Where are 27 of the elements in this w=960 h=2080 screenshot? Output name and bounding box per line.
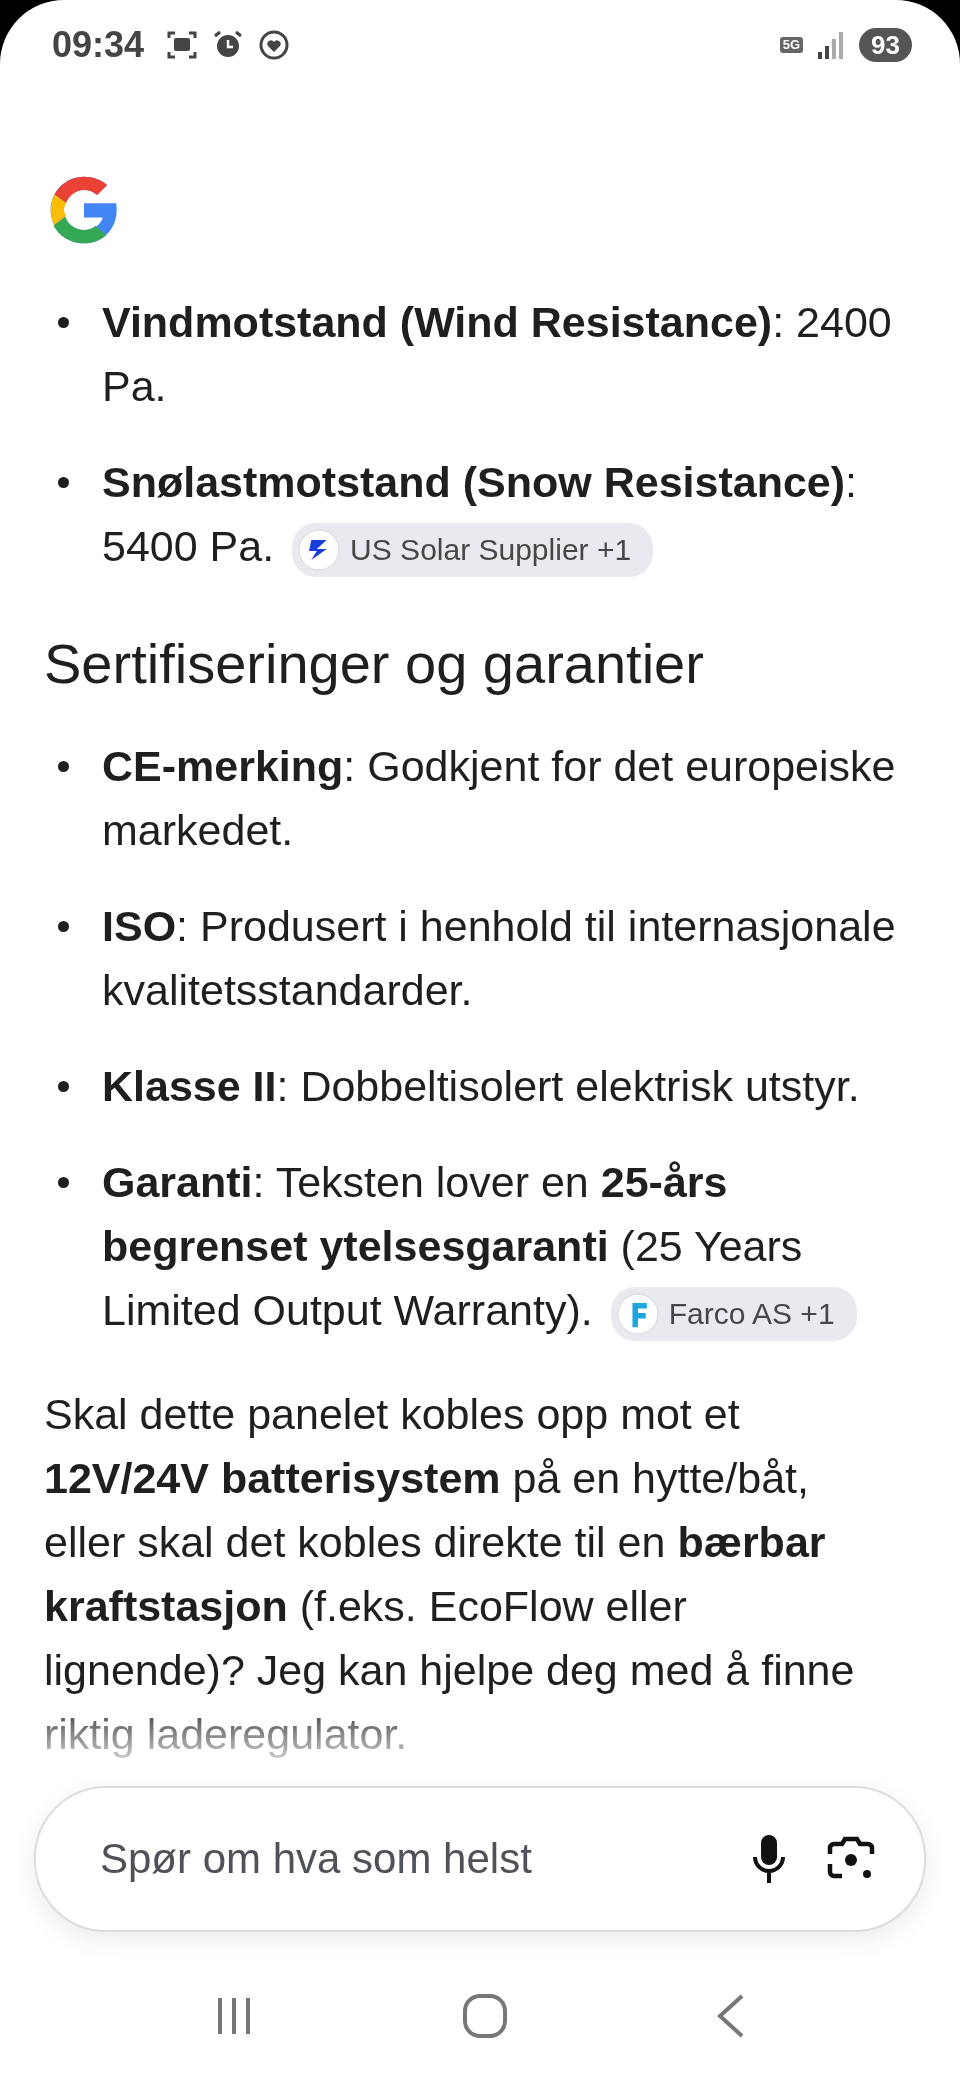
bolt-logo-icon [298,528,341,571]
bullet-text: Snølastmotstand (Snow Resistance): 5400 Pa. US Solar Supplier +1 [102,450,916,578]
section-heading: Sertifiseringer og garantier [44,634,705,694]
bullet-icon [58,477,69,488]
bullet-icon [58,761,69,772]
status-time: 09:34 [52,24,145,66]
home-icon[interactable] [461,1992,509,2040]
signal-icon [817,30,846,60]
bullet-icon [58,1081,69,1092]
microphone-icon[interactable] [752,1833,786,1885]
letter-f-logo-icon [616,1292,659,1335]
bullet-text: CE-merking: Godkjent for det europeiske markedet. [102,741,897,856]
bullet-icon [58,921,69,932]
bullet-text: Klasse II: Dobbeltisolert elektrisk utstyr. [102,1061,861,1112]
bullet-text: Vindmotstand (Wind Resistance): 2400 Pa. [102,297,893,412]
bullet-text: ISO: Produsert i henhold til internasjonale kvalitetsstandarder. [102,901,897,1016]
source-chip[interactable]: Farco AS +1 [610,1286,857,1341]
bullet-text: Garanti: Teksten lover en 25-års begrenset ytelsesgaranti (25 Years Limited Output Warranty). Farco AS +1 [102,1150,916,1342]
answer-paragraph: Skal dette panelet kobles opp mot et 12V/24V batterisystem på en hytte/båt, eller skal det kobles direkte til en bærbar kraftstasjon (f.eks. EcoFlow eller lignende)? Jeg kan hjelpe deg med å finne riktig laderegulator. [44,1389,856,1760]
source-chip[interactable]: US Solar Supplier +1 [292,522,654,577]
bullet-icon [58,317,69,328]
heart-circle-icon [258,29,291,61]
screenshot-icon [166,29,199,61]
battery-level: 93 [859,28,912,62]
network-type: 5G [779,37,804,53]
ask-field[interactable]: Spør om hva som helst [98,1834,712,1884]
bullet-icon [58,1177,69,1188]
